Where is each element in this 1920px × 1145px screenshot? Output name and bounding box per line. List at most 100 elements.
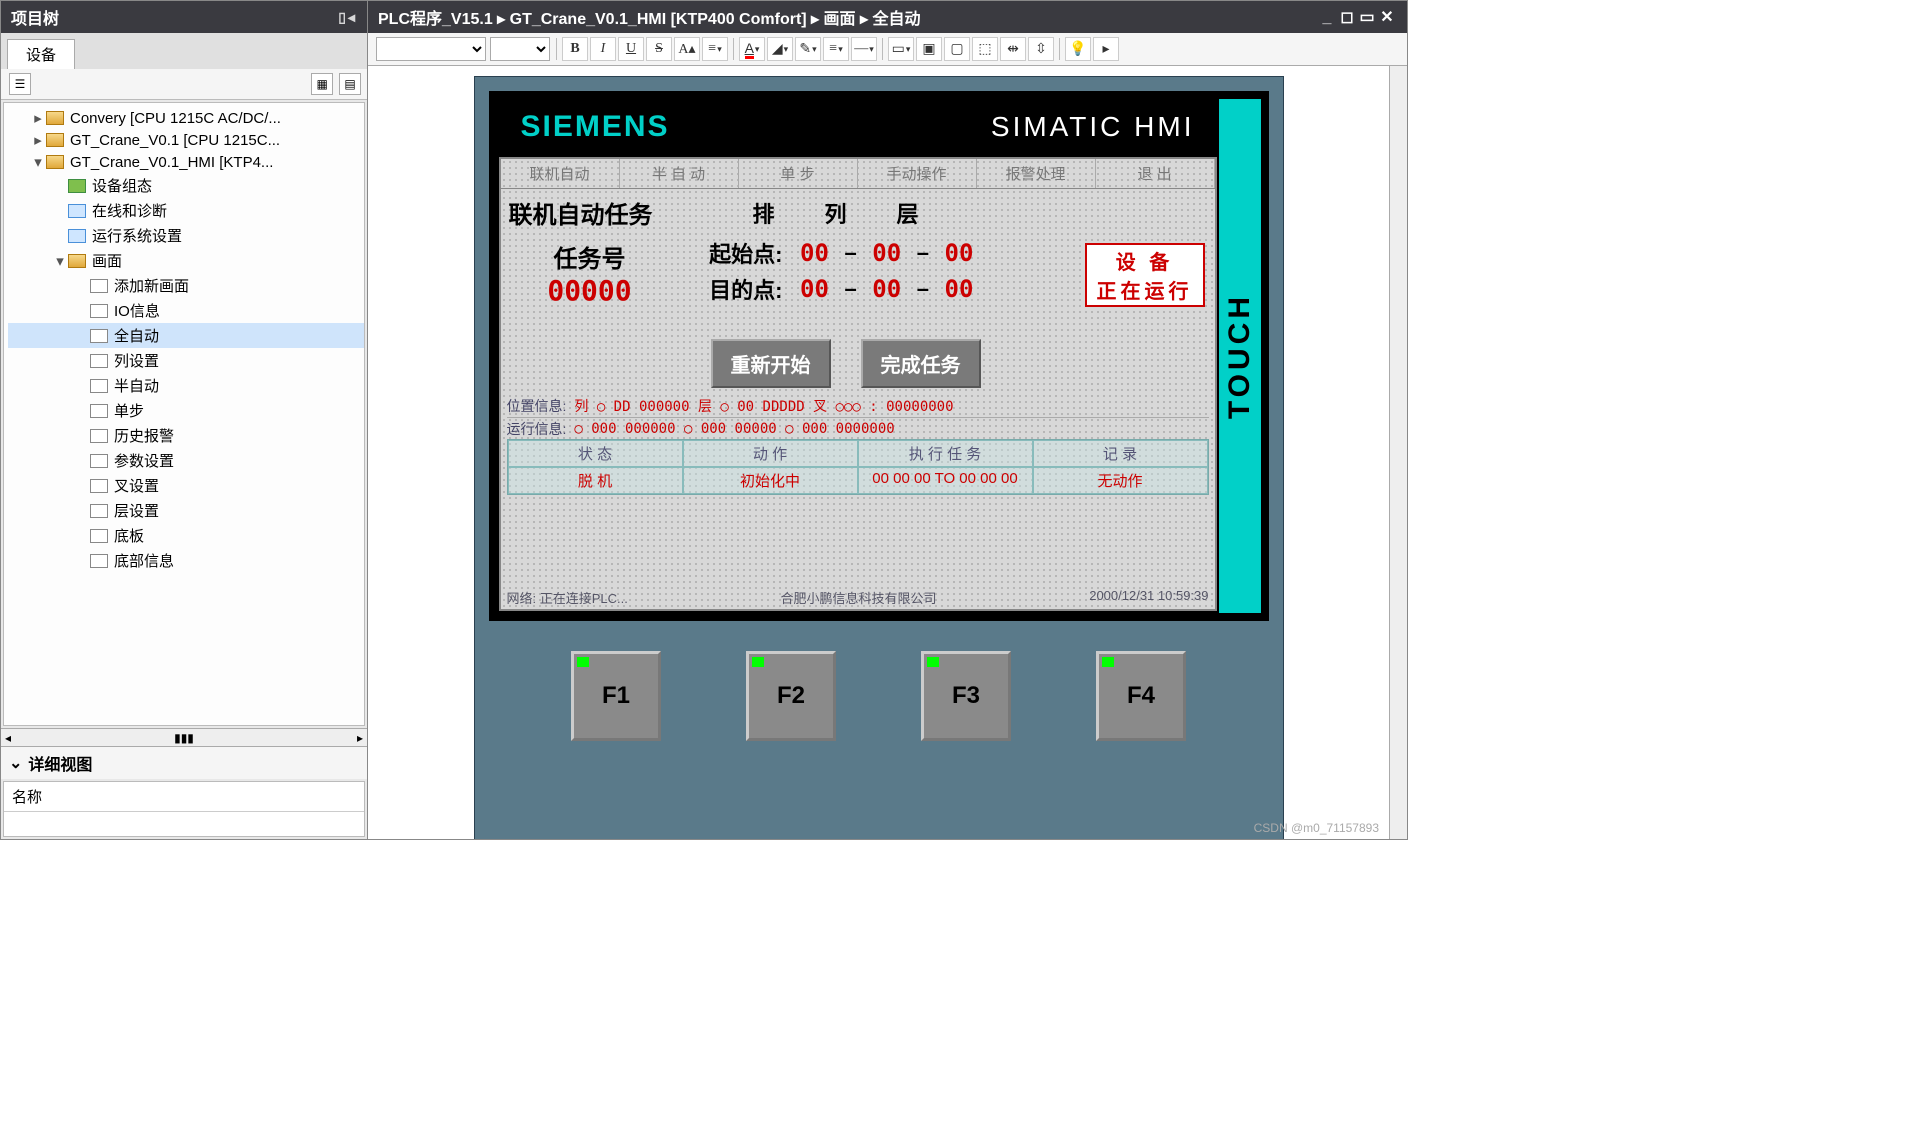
underline-button[interactable]: U	[618, 37, 644, 61]
tree-item[interactable]: ▾GT_Crane_V0.1_HMI [KTP4...	[8, 151, 364, 173]
view-grid-icon[interactable]: ▤	[339, 73, 361, 95]
fkey-F2[interactable]: F2	[746, 651, 836, 741]
tree-item[interactable]: 单步	[8, 398, 364, 423]
hmi-tab[interactable]: 联机自动	[501, 159, 620, 188]
function-keys: F1 F2 F3 F4	[489, 621, 1269, 741]
touch-rail: TOUCH	[1219, 99, 1261, 613]
maximize-icon: ▭	[1357, 7, 1377, 27]
tree-item[interactable]: ▸Convery [CPU 1215C AC/DC/...	[8, 107, 364, 129]
hmi-header: SIEMENS SIMATIC HMI	[497, 99, 1219, 155]
tree-item[interactable]: ▾画面	[8, 248, 364, 273]
tree-item[interactable]: 半自动	[8, 373, 364, 398]
siemens-logo: SIEMENS	[521, 110, 670, 144]
tree-item[interactable]: 添加新画面	[8, 273, 364, 298]
linestyle-button[interactable]: ≡▾	[823, 37, 849, 61]
tree-item[interactable]: 历史报警	[8, 423, 364, 448]
run-row: ○ 000 000000 ○ 000 00000 ○ 000 0000000	[574, 421, 894, 437]
tree-item[interactable]: 层设置	[8, 498, 364, 523]
footer-line: 网络: 正在连接PLC... 合肥小鹏信息科技有限公司 2000/12/31 1…	[507, 588, 1209, 607]
tree-item[interactable]: 运行系统设置	[8, 223, 364, 248]
tree-item[interactable]: IO信息	[8, 298, 364, 323]
left-tabstrip: 设备	[1, 33, 367, 69]
fillcolor-button[interactable]: ◢▾	[767, 37, 793, 61]
restart-button[interactable]: 重新开始	[711, 339, 831, 388]
lineweight-button[interactable]: —▾	[851, 37, 877, 61]
net-status: 网络: 正在连接PLC...	[507, 588, 628, 607]
end-label: 目的点:	[691, 273, 783, 305]
font-family-combo[interactable]	[376, 37, 486, 61]
font-size-combo[interactable]	[490, 37, 550, 61]
left-title-text: 项目树	[11, 5, 59, 29]
start-排: 00	[791, 239, 839, 267]
window-buttons[interactable]: _◻▭✕	[1317, 7, 1397, 27]
dist-h-button[interactable]: ⇹	[1000, 37, 1026, 61]
tree-item[interactable]: ▸GT_Crane_V0.1 [CPU 1215C...	[8, 129, 364, 151]
hmi-tab[interactable]: 报警处理	[977, 159, 1096, 188]
start-层: 00	[935, 239, 983, 267]
send-back-button[interactable]: ▢	[944, 37, 970, 61]
hmi-device-frame: SIEMENS SIMATIC HMI 联机自动半 自 动单 步手动操作报警处理…	[474, 76, 1284, 839]
fkey-F4[interactable]: F4	[1096, 651, 1186, 741]
tree-item[interactable]: 底部信息	[8, 548, 364, 573]
dist-v-button[interactable]: ⇳	[1028, 37, 1054, 61]
tree-item[interactable]: 列设置	[8, 348, 364, 373]
group-button[interactable]: ⬚	[972, 37, 998, 61]
hmi-nav-tabs: 联机自动半 自 动单 步手动操作报警处理退 出	[501, 159, 1215, 189]
left-title-controls[interactable]: ▯◂	[338, 9, 357, 26]
task-value: 00000	[515, 274, 665, 307]
tree-item[interactable]: 在线和诊断	[8, 198, 364, 223]
status-table: 状 态动 作执 行 任 务记 录 脱 机初始化中00 00 00 TO 00 0…	[507, 439, 1209, 495]
touch-label: TOUCH	[1223, 293, 1257, 419]
tree-hscroll[interactable]: ◂▮▮▮▸	[1, 728, 367, 746]
strike-button[interactable]: S	[646, 37, 672, 61]
info-rows: 位置信息:列 ○ DD 000000 层 ○ 00 DDDDD 叉 ○○○ : …	[507, 395, 1209, 440]
align-button[interactable]: ▭▾	[888, 37, 914, 61]
view-list-icon[interactable]: ▦	[311, 73, 333, 95]
hmi-body: 联机自动半 自 动单 步手动操作报警处理退 出 联机自动任务 排 列 层	[499, 157, 1217, 611]
detail-view: 名称	[3, 781, 365, 837]
project-tree[interactable]: ▸Convery [CPU 1215C AC/DC/...▸GT_Crane_V…	[3, 102, 365, 726]
start-label: 起始点:	[691, 237, 783, 269]
hmi-tab[interactable]: 退 出	[1096, 159, 1215, 188]
italic-button[interactable]: I	[590, 37, 616, 61]
tree-item[interactable]: 底板	[8, 523, 364, 548]
col-层: 层	[897, 197, 919, 229]
fontcolor-button[interactable]: A▾	[739, 37, 765, 61]
highlight-button[interactable]: 💡	[1065, 37, 1091, 61]
points-block: 起始点: 00– 00– 00 目的点: 00– 0	[691, 233, 984, 309]
start-列: 00	[863, 239, 911, 267]
screen-title-row: 联机自动任务 排 列 层	[509, 195, 1207, 230]
fkey-F1[interactable]: F1	[571, 651, 661, 741]
run-label: 运行信息:	[507, 419, 567, 439]
chevron-down-icon: ⌄	[9, 753, 22, 773]
editor-vscroll[interactable]	[1389, 66, 1407, 839]
fontshrink-button[interactable]: ≡▾	[702, 37, 728, 61]
hmi-tab[interactable]: 手动操作	[858, 159, 977, 188]
bring-front-button[interactable]: ▣	[916, 37, 942, 61]
screen-title: 联机自动任务	[509, 195, 653, 230]
tree-item[interactable]: 设备组态	[8, 173, 364, 198]
hmi-screen: SIEMENS SIMATIC HMI 联机自动半 自 动单 步手动操作报警处理…	[489, 91, 1269, 621]
tree-item[interactable]: 叉设置	[8, 473, 364, 498]
detail-view-header[interactable]: ⌄ 详细视图	[1, 746, 367, 779]
fkey-F3[interactable]: F3	[921, 651, 1011, 741]
hmi-tab[interactable]: 半 自 动	[620, 159, 739, 188]
fontgrow-button[interactable]: A▴	[674, 37, 700, 61]
device-status-box: 设 备 正在运行	[1085, 243, 1205, 307]
restore-icon: ◻	[1337, 7, 1357, 27]
toolbar-btn[interactable]: ☰	[9, 73, 31, 95]
bold-button[interactable]: B	[562, 37, 588, 61]
linecolor-button[interactable]: ✎▾	[795, 37, 821, 61]
screen-canvas[interactable]: SIEMENS SIMATIC HMI 联机自动半 自 动单 步手动操作报警处理…	[368, 66, 1389, 839]
status-line1: 设 备	[1116, 246, 1174, 275]
finish-button[interactable]: 完成任务	[861, 339, 981, 388]
detail-title: 详细视图	[28, 751, 92, 775]
watermark: CSDN @m0_71157893	[1254, 821, 1379, 835]
tree-item[interactable]: 参数设置	[8, 448, 364, 473]
more-button[interactable]: ▸	[1093, 37, 1119, 61]
hmi-tab[interactable]: 单 步	[739, 159, 858, 188]
tab-devices[interactable]: 设备	[7, 39, 75, 69]
task-label: 任务号	[515, 239, 665, 274]
tree-item[interactable]: 全自动	[8, 323, 364, 348]
col-列: 列	[825, 197, 847, 229]
